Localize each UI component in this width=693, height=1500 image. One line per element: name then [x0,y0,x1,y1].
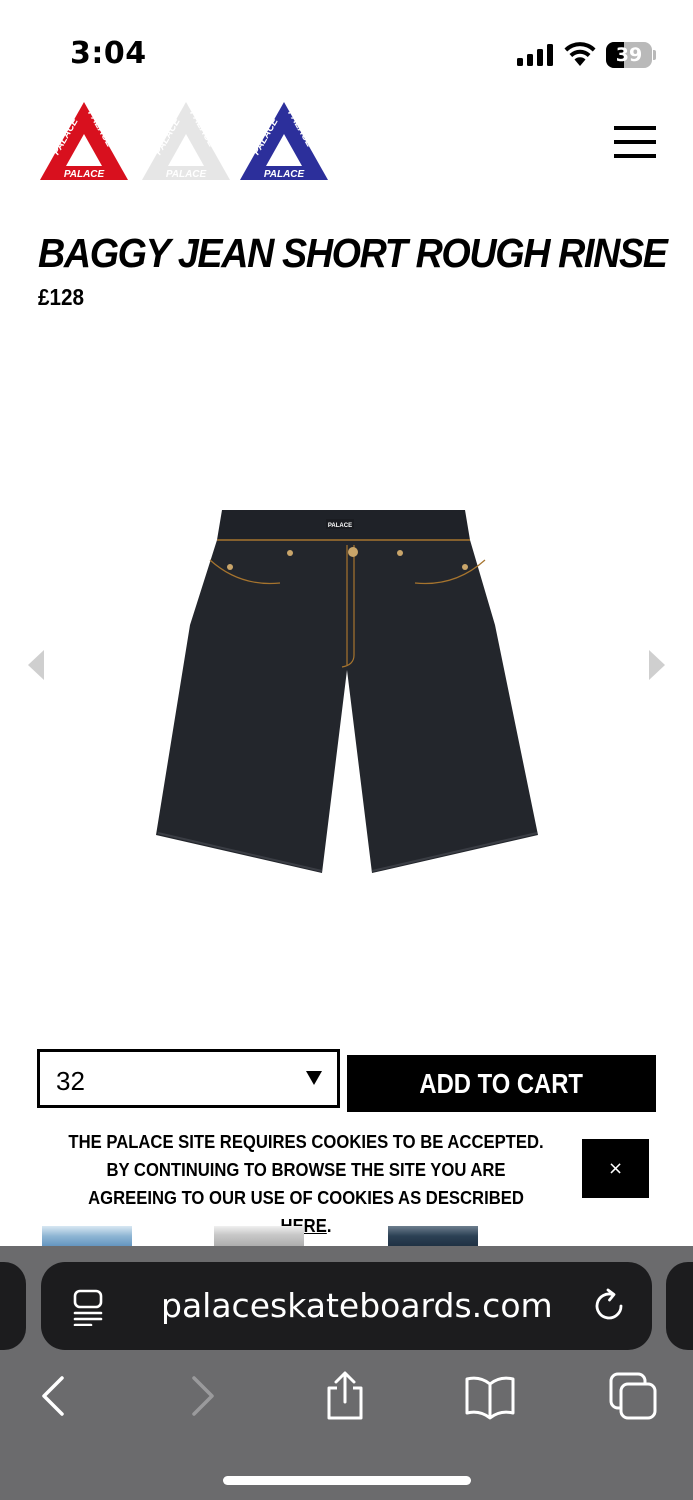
page-menu-icon[interactable] [71,1288,105,1326]
battery-icon: 39 [606,42,656,68]
related-product-thumbnail[interactable] [388,1226,478,1248]
battery-level-text: 39 [615,44,643,66]
share-icon[interactable] [317,1370,373,1422]
logo-text: PALACE [64,169,105,180]
palace-logo-blue[interactable]: PALACE PALACE PALACE [238,100,330,186]
reload-icon[interactable] [591,1288,627,1324]
status-time: 3:04 [70,36,147,71]
logo-text: PALACE [264,169,305,180]
forward-icon[interactable] [174,1370,230,1422]
logo-text: PALACE [166,169,207,180]
palace-logo-white[interactable]: PALACE PALACE PALACE [140,100,232,186]
previous-tab-peek[interactable] [0,1262,26,1350]
tabs-icon[interactable] [605,1370,661,1422]
hamburger-menu-icon[interactable] [612,124,658,160]
palace-logo-red[interactable]: PALACE PALACE PALACE [38,100,130,186]
related-product-thumbnail[interactable] [42,1226,132,1248]
cookie-message: THE PALACE SITE REQUIRES COOKIES TO BE A… [63,1128,549,1240]
browser-toolbar: palaceskateboards.com [0,1246,693,1500]
caret-down-icon [306,1071,322,1085]
bookmarks-icon[interactable] [462,1370,518,1422]
product-image[interactable]: PALACE [150,505,545,880]
add-to-cart-label: ADD TO CART [419,1067,584,1099]
wifi-icon [564,42,596,66]
size-select-value: 32 [56,1066,85,1096]
home-indicator[interactable] [223,1476,471,1485]
product-label-text: PALACE [328,523,352,529]
logo-row: PALACE PALACE PALACE PALACE PALACE PALAC… [38,100,338,186]
cookie-close-button[interactable]: × [582,1139,649,1198]
product-title: BAGGY JEAN SHORT ROUGH RINSE [38,230,668,276]
product-gallery: PALACE [0,330,693,1030]
chevron-right-icon[interactable] [645,648,667,682]
chevron-left-icon[interactable] [26,648,48,682]
cellular-signal-icon [517,44,553,66]
add-to-cart-button[interactable]: ADD TO CART [347,1055,656,1112]
size-select[interactable]: 32 [37,1049,340,1108]
cookie-message-suffix: . [326,1215,332,1236]
back-icon[interactable] [26,1370,82,1422]
next-tab-peek[interactable] [666,1262,693,1350]
status-bar: 3:04 39 [0,0,693,100]
url-text[interactable]: palaceskateboards.com [161,1286,553,1325]
cookie-message-text: THE PALACE SITE REQUIRES COOKIES TO BE A… [68,1131,544,1208]
related-product-thumbnail[interactable] [214,1226,304,1248]
product-price: £128 [38,284,85,310]
address-bar[interactable]: palaceskateboards.com [41,1262,652,1350]
